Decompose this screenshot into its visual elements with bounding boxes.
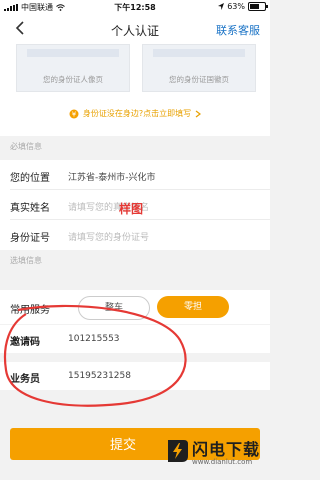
status-bar: 中国联通 下午12:58 63% (0, 0, 270, 14)
real-name-label: 真实姓名 (10, 203, 50, 214)
location-row[interactable]: 您的位置 江苏省-泰州市-兴化市 (0, 160, 270, 190)
battery-icon (248, 2, 268, 11)
required-section-title: 必填信息 (10, 142, 42, 151)
optional-section-title: 选填信息 (10, 256, 42, 265)
location-value: 江苏省-泰州市-兴化市 (68, 173, 156, 183)
svg-text:¥: ¥ (72, 110, 77, 118)
logo-url: www.dianlut.com (192, 458, 253, 466)
battery-percent: 63% (227, 2, 245, 11)
id-number-input[interactable]: 请填写您的身份证号 (68, 230, 149, 243)
chevron-right-icon (195, 110, 202, 117)
sample-watermark: 样图 (119, 202, 144, 216)
logo-brand: 闪电下载 (192, 440, 261, 459)
location-label: 您的位置 (10, 173, 50, 184)
id-upload-area: 您的身份证人像页 您的身份证国徽页 (0, 44, 270, 96)
tip-text: 身份证没在身边?点击立即填写 (82, 109, 192, 118)
manual-entry-tip[interactable]: ¥ 身份证没在身边?点击立即填写 (0, 96, 270, 136)
submit-label: 提交 (110, 438, 137, 453)
id-card-preview (153, 49, 245, 57)
nav-bar: 个人认证 联系客服 (0, 14, 270, 44)
id-card-preview (27, 49, 119, 57)
id-front-upload[interactable]: 您的身份证人像页 (16, 44, 130, 92)
contact-service-link[interactable]: 联系客服 (216, 22, 260, 38)
site-logo: 闪电下载 www.dianlut.com (160, 426, 270, 480)
id-back-upload[interactable]: 您的身份证国徽页 (142, 44, 256, 92)
location-arrow-icon (218, 3, 225, 10)
lightning-logo-icon (168, 440, 188, 462)
coin-icon: ¥ (69, 109, 79, 118)
id-back-label: 您的身份证国徽页 (169, 75, 229, 84)
id-front-label: 您的身份证人像页 (43, 75, 103, 84)
id-number-row: 身份证号 请填写您的身份证号 (0, 220, 270, 250)
id-number-label: 身份证号 (10, 233, 50, 244)
annotation-circle (3, 304, 187, 407)
